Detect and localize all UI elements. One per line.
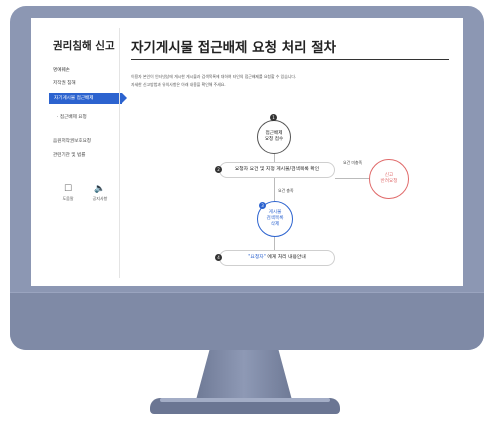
flow-step-3-number: 3 <box>259 202 266 209</box>
flow-step-1-number: 1 <box>270 114 277 121</box>
flow-step-2-number: 2 <box>215 166 222 173</box>
flow-step-4-number: 4 <box>215 254 222 261</box>
speaker-icon: 🔈 <box>94 184 106 194</box>
sidebar-item-defamation[interactable]: 명예훼손 <box>53 67 70 73</box>
flow-reject-step: 신고 반려요청 <box>369 159 409 199</box>
notice-label: 공지사항 <box>92 196 108 201</box>
monitor-stand-base-highlight <box>160 398 330 402</box>
monitor-chin <box>10 292 484 350</box>
title-rule <box>131 59 449 60</box>
sidebar-subitem-exclusion-request[interactable]: · 접근배제 요청 <box>57 114 87 120</box>
description-line-2: 자세한 신고방법과 유의사항은 아래 내용을 확인해 주세요. <box>131 82 226 87</box>
flow-step-2: 요청자 요건 및 지정 게시물/검색목록 확인 <box>219 162 335 178</box>
flow-step-4: "요청자" 에게 처리 내용안내 <box>219 250 335 266</box>
flow-connector-horizontal <box>335 178 371 179</box>
sidebar-title: 권리침해 신고 <box>53 40 115 52</box>
notice-link[interactable]: 🔈 공지사항 <box>87 184 113 202</box>
page-title: 자기게시물 접근배제 요청 처리 절차 <box>131 40 337 56</box>
screen: 권리침해 신고 명예훼손 저작권 침해 자기게시물 접근배제 · 접근배제 요청… <box>31 18 463 286</box>
monitor-stand-neck <box>196 350 292 400</box>
down-label: 요건 충족 <box>278 188 294 193</box>
branch-label: 요건 미충족 <box>343 160 363 165</box>
sidebar-item-music-copyright[interactable]: 음원저작권보호요청 <box>53 138 91 144</box>
help-label: 도움말 <box>62 196 74 201</box>
description-line-1: 이용자 본인이 인터넷상에 게시한 게시물과 검색목록에 대하여 타인의 접근배… <box>131 74 297 79</box>
flow-step-4-label: 에게 처리 내용안내 <box>267 255 306 260</box>
sidebar-item-self-post-exclusion[interactable]: 자기게시물 접근배제 <box>49 93 127 104</box>
sidebar-divider <box>119 28 120 278</box>
help-link[interactable]: ☐ 도움말 <box>55 184 81 202</box>
sidebar-item-related-agencies[interactable]: 관련기관 및 법률 <box>53 152 86 158</box>
document-icon: ☐ <box>63 184 73 194</box>
flow-step-4-highlight: "요청자" <box>248 255 266 260</box>
monitor-chin-divider <box>10 292 484 293</box>
flow-step-1: 접근배제 요청 접수 <box>257 120 291 154</box>
sidebar-item-copyright[interactable]: 저작권 침해 <box>53 80 76 86</box>
